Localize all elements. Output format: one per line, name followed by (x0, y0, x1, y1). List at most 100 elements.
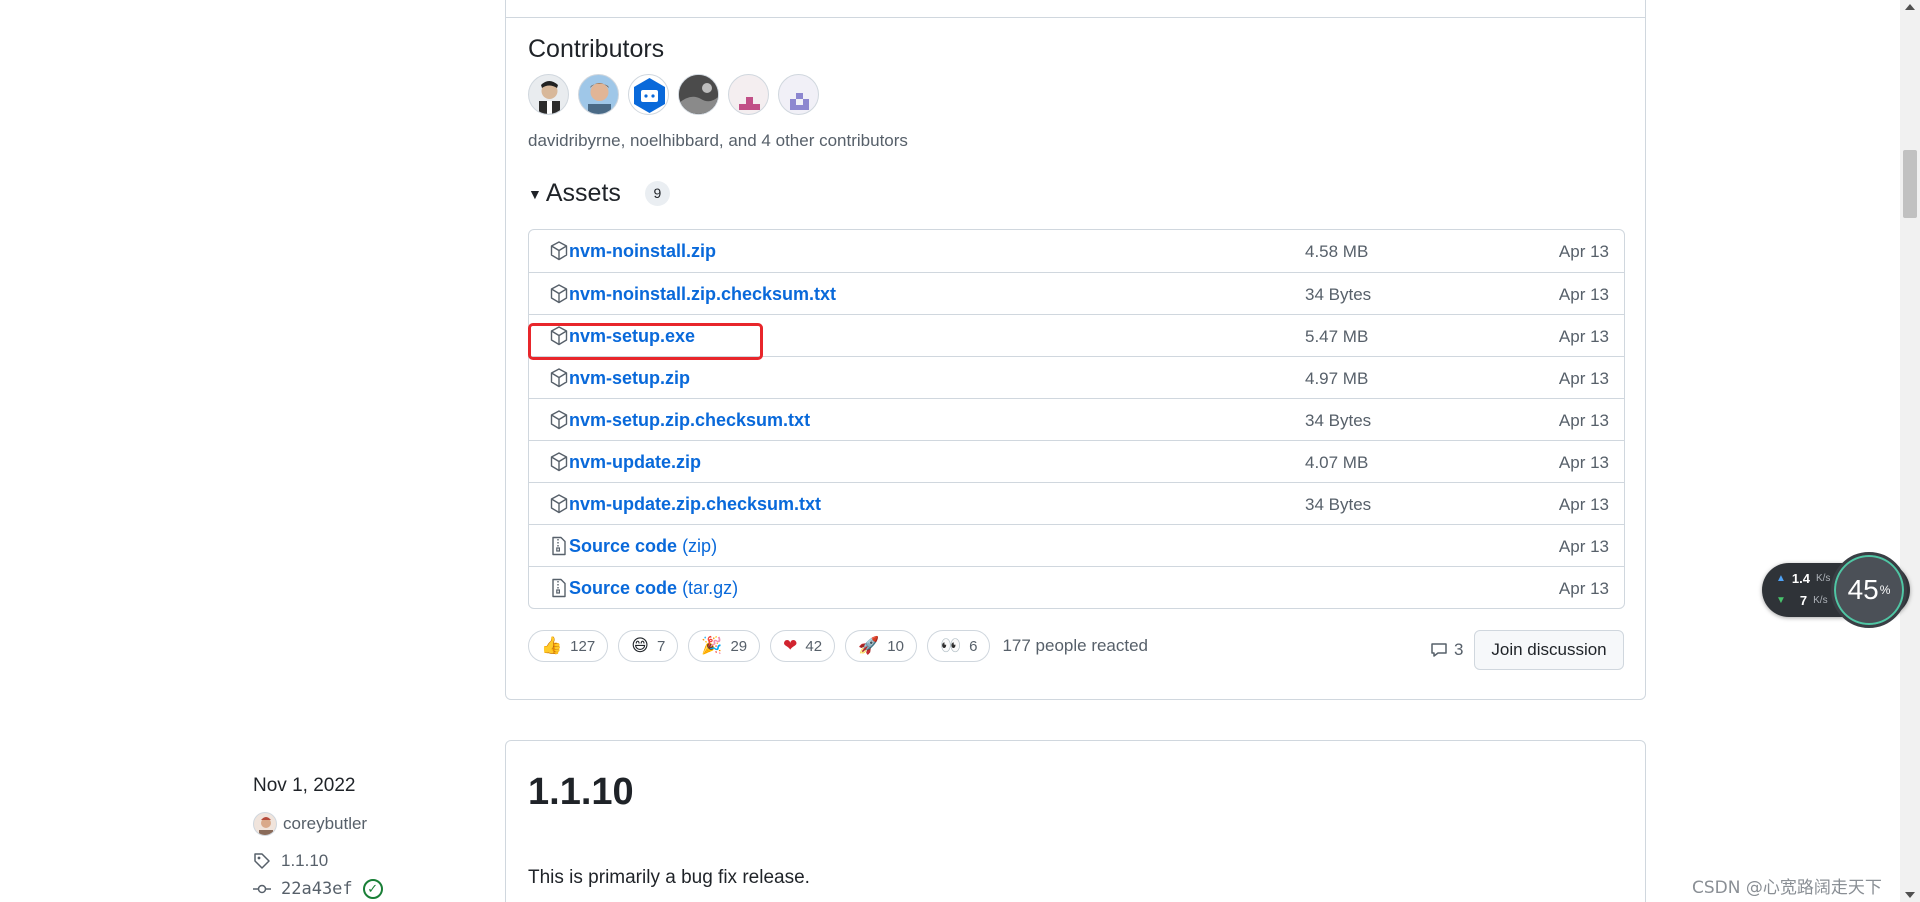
heart-emoji-icon: ❤ (783, 636, 798, 656)
reaction-thumbs-up-button[interactable]: 👍 127 (528, 630, 609, 662)
file-zip-icon (552, 578, 566, 598)
scroll-up-arrow-icon[interactable] (1905, 4, 1915, 10)
asset-date: Apr 13 (1558, 453, 1609, 472)
asset-row: nvm-update.zip 4.07 MB Apr 13 (529, 440, 1624, 482)
reaction-laugh-button[interactable]: 😄 7 (618, 630, 679, 662)
download-unit: K/s (1813, 595, 1828, 606)
avatar-contributor-4[interactable] (678, 74, 719, 115)
scroll-down-arrow-icon[interactable] (1905, 892, 1915, 898)
reaction-count: 42 (805, 637, 823, 655)
asset-date: Apr 13 (1558, 327, 1609, 346)
contributor-avatars (528, 74, 819, 115)
page: Contributors davidribyrne, noelhibbard, … (0, 0, 1920, 902)
asset-size: 5.47 MB (1305, 327, 1369, 346)
asset-row: nvm-noinstall.zip 4.58 MB Apr 13 (529, 230, 1624, 272)
download-value: 7 (1799, 593, 1808, 608)
asset-name: nvm-setup.zip (569, 368, 691, 388)
commit-icon (253, 884, 271, 894)
eyes-emoji-icon: 👀 (939, 636, 962, 656)
join-discussion-button[interactable]: Join discussion (1474, 630, 1624, 670)
asset-name: nvm-noinstall.zip (569, 241, 717, 261)
asset-name: Source code (569, 536, 678, 556)
asset-row: nvm-noinstall.zip.checksum.txt 34 Bytes Ap… (529, 272, 1624, 314)
author-avatar (253, 812, 277, 836)
asset-name: nvm-update.zip (569, 452, 702, 472)
asset-date: Apr 13 (1558, 579, 1609, 598)
upload-value: 1.4 (1791, 571, 1810, 586)
asset-link[interactable]: nvm-setup.zip (569, 368, 690, 389)
thumbs-up-emoji-icon: 👍 (541, 636, 563, 656)
avatar-davidribyrne[interactable] (528, 74, 569, 115)
asset-link[interactable]: nvm-update.zip.checksum.txt (569, 494, 821, 515)
reaction-heart-button[interactable]: ❤ 42 (770, 630, 836, 662)
asset-size: 34 Bytes (1305, 411, 1372, 430)
comment-count-value: 3 (1454, 640, 1464, 659)
asset-link[interactable]: Source code (zip) (569, 536, 717, 557)
asset-row: nvm-setup.zip.checksum.txt 34 Bytes Apr 13 (529, 398, 1624, 440)
memory-usage-circle[interactable]: 45% (1831, 552, 1907, 628)
package-icon (550, 284, 568, 304)
upload-speed: ▲ 1.4 K/s (1776, 571, 1830, 586)
asset-date: Apr 13 (1558, 242, 1609, 261)
asset-name: nvm-update.zip.checksum.txt (569, 494, 822, 514)
scrollbar-thumb[interactable] (1903, 150, 1917, 218)
release-description: This is primarily a bug fix release. (528, 867, 810, 888)
usage-percent: 45 (1847, 574, 1879, 605)
asset-size: 4.07 MB (1305, 453, 1369, 472)
release-title[interactable]: 1.1.10 (528, 771, 634, 814)
avatar-noelhibbard[interactable] (578, 74, 619, 115)
asset-link[interactable]: nvm-update.zip (569, 452, 701, 473)
asset-link[interactable]: nvm-setup.zip.checksum.txt (569, 410, 810, 431)
usage-percent-sign: % (1879, 583, 1891, 597)
tag-icon (254, 853, 270, 869)
reactions-summary: 177 people reacted (1002, 636, 1149, 655)
avatar-contributor-5[interactable] (728, 74, 769, 115)
reaction-eyes-button[interactable]: 👀 6 (926, 630, 991, 662)
asset-date: Apr 13 (1558, 537, 1609, 556)
rocket-emoji-icon: 🚀 (858, 636, 880, 656)
reaction-hooray-button[interactable]: 🎉 29 (688, 630, 761, 662)
package-icon (550, 452, 568, 472)
assets-list: nvm-noinstall.zip 4.58 MB Apr 13 nvm-noinst… (528, 229, 1625, 609)
asset-size: 34 Bytes (1305, 285, 1372, 304)
assets-heading: Assets (545, 179, 621, 207)
asset-size: 4.97 MB (1305, 369, 1369, 388)
avatar-bot[interactable] (628, 74, 669, 115)
author-name: coreybutler (283, 814, 368, 833)
asset-row: nvm-setup.zip 4.97 MB Apr 13 (529, 356, 1624, 398)
upload-unit: K/s (1815, 573, 1831, 584)
arrow-up-icon: ▲ (1776, 573, 1786, 584)
reaction-rocket-button[interactable]: 🚀 10 (845, 630, 917, 662)
asset-row: Source code (zip) Apr 13 (529, 524, 1624, 566)
asset-name: nvm-noinstall.zip.checksum.txt (569, 284, 837, 304)
asset-row: Source code (tar.gz) Apr 13 (529, 566, 1624, 608)
package-icon (550, 410, 568, 430)
divider (506, 17, 1645, 18)
laugh-emoji-icon: 😄 (631, 636, 649, 656)
hooray-emoji-icon: 🎉 (701, 636, 723, 656)
release-commit[interactable]: 22a43ef ✓ (253, 879, 383, 899)
asset-date: Apr 13 (1558, 411, 1609, 430)
asset-link[interactable]: nvm-noinstall.zip.checksum.txt (569, 284, 836, 305)
comment-count[interactable]: 3 (1430, 640, 1463, 660)
reaction-count: 127 (570, 637, 596, 655)
asset-link[interactable]: nvm-noinstall.zip (569, 241, 716, 262)
asset-suffix: (tar.gz) (682, 578, 739, 598)
avatar-contributor-6[interactable] (778, 74, 819, 115)
asset-link[interactable]: Source code (tar.gz) (569, 578, 738, 599)
watermark: CSDN @心宽路阔走天下 (1692, 878, 1882, 898)
asset-row: nvm-update.zip.checksum.txt 34 Bytes Apr 1… (529, 482, 1624, 524)
assets-count-badge: 9 (644, 181, 670, 206)
file-zip-icon (552, 536, 566, 556)
release-author[interactable]: coreybutler (253, 812, 367, 836)
release-tag[interactable]: 1.1.10 (253, 851, 328, 871)
arrow-down-icon: ▼ (1776, 595, 1786, 606)
page-scrollbar[interactable] (1900, 0, 1920, 902)
contributors-summary: davidribyrne, noelhibbard, and 4 other c… (528, 131, 908, 150)
reaction-count: 10 (887, 637, 904, 655)
comment-icon (1431, 643, 1447, 657)
asset-date: Apr 13 (1558, 495, 1609, 514)
assets-toggle[interactable]: ▼ Assets 9 (528, 179, 670, 208)
reaction-count: 6 (969, 637, 978, 655)
asset-date: Apr 13 (1558, 369, 1609, 388)
